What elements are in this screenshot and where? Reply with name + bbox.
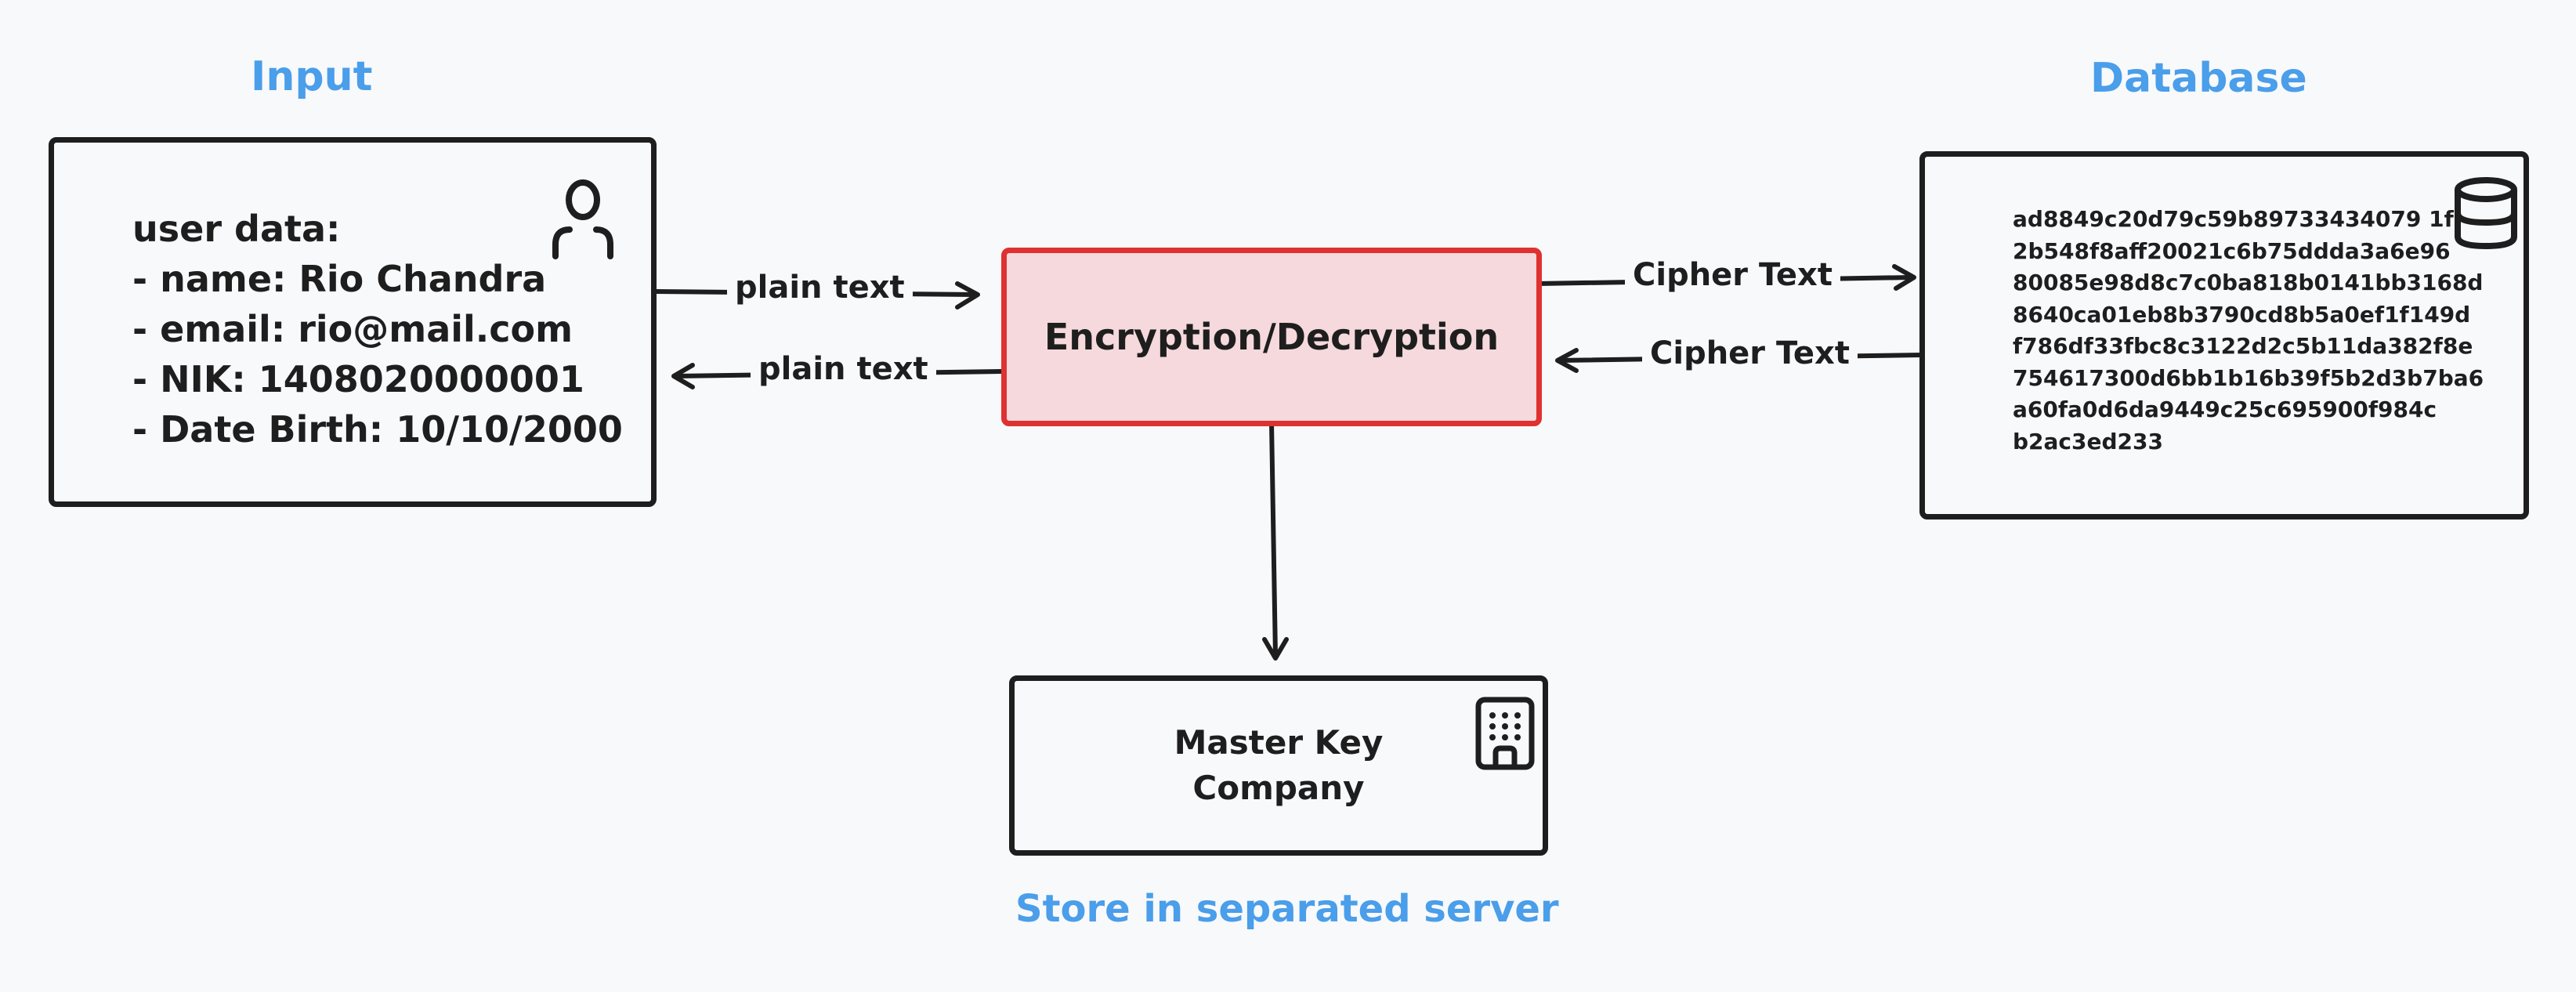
user-data-nik: - NIK: 1408020000001 <box>132 358 584 400</box>
building-icon <box>1475 697 1535 770</box>
encryption-decryption-label: Encryption/Decryption <box>1044 316 1500 358</box>
cipher-line: ad8849c20d79c59b89733434079 1f <box>2013 206 2454 232</box>
cipher-line: 8640ca01eb8b3790cd8b5a0ef1f149d <box>2013 301 2471 328</box>
input-box[interactable]: user data: - name: Rio Chandra - email: … <box>49 137 657 507</box>
arrow-encryption-to-master-key <box>1269 421 1278 659</box>
master-key-box[interactable]: Master Key Company <box>1009 675 1548 856</box>
user-icon <box>552 179 613 259</box>
database-box[interactable]: ad8849c20d79c59b89733434079 1f 2b548f8af… <box>1919 151 2529 520</box>
master-key-line-1: Master Key <box>1174 723 1384 762</box>
cipher-line: a60fa0d6da9449c25c695900f984c <box>2013 396 2437 422</box>
database-icon <box>2455 177 2517 250</box>
user-data-birthdate: - Date Birth: 10/10/2000 <box>132 408 623 451</box>
edge-label-cipher-back: Cipher Text <box>1642 335 1858 371</box>
edge-label-plain-text-back: plain text <box>751 351 936 387</box>
cipher-line: f786df33fbc8c3122d2c5b11da382f8e <box>2013 333 2473 359</box>
cipher-line: 754617300d6bb1b16b39f5b2d3b7ba6 <box>2013 364 2484 391</box>
master-key-line-2: Company <box>1192 769 1365 807</box>
edge-label-plain-text-forward: plain text <box>727 270 913 306</box>
cipher-line: b2ac3ed233 <box>2013 428 2163 454</box>
cipher-text-content: ad8849c20d79c59b89733434079 1f 2b548f8af… <box>2013 204 2484 458</box>
user-data-email: - email: rio@mail.com <box>132 308 573 350</box>
master-key-label: Master Key Company <box>1015 720 1543 811</box>
cipher-line: 2b548f8aff20021c6b75ddda3a6e96 <box>2013 237 2451 264</box>
edge-label-cipher-forward: Cipher Text <box>1625 257 1840 293</box>
encryption-decryption-box[interactable]: Encryption/Decryption <box>1001 248 1542 426</box>
cipher-line: 80085e98d8c7c0ba818b0141bb3168d <box>2013 270 2484 295</box>
